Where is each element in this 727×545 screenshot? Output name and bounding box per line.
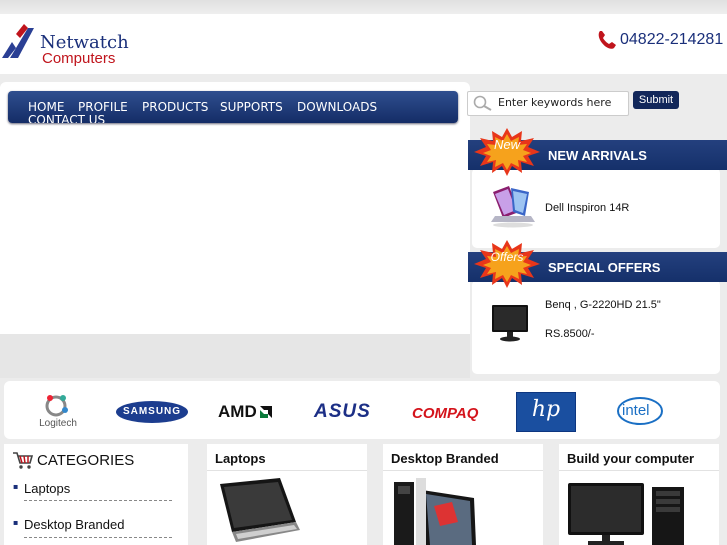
hp-label: hp (531, 397, 561, 422)
divider (383, 470, 543, 471)
nav-profile[interactable]: PROFILE (78, 100, 128, 114)
shopping-cart-icon (13, 452, 34, 469)
nav-contact-us[interactable]: CONTACT US (28, 115, 105, 123)
laptops-box-title[interactable]: Laptops (215, 451, 266, 466)
special-offers-header: Offers SPECIAL OFFERS (468, 240, 727, 288)
category-laptops[interactable]: Laptops (24, 481, 70, 496)
special-offers-title: SPECIAL OFFERS (548, 260, 661, 275)
logitech-label: Logitech (39, 418, 77, 429)
special-offer-product-name[interactable]: Benq , G-2220HD 21.5" (545, 299, 661, 311)
logo-icon (2, 24, 34, 58)
asus-logo[interactable]: ASUS (314, 401, 371, 423)
new-arrivals-header: New NEW ARRIVALS (468, 128, 727, 176)
new-badge-icon: New (474, 128, 540, 176)
amd-logo[interactable]: AMD (218, 401, 274, 423)
hp-logo[interactable]: hp (516, 392, 576, 432)
intel-logo[interactable]: intel (616, 396, 664, 426)
amd-label: AMD (218, 402, 257, 421)
main-nav: HOME PROFILE PRODUCTS SUPPORTS DOWNLOADS… (8, 91, 458, 123)
banner-footer-band (0, 334, 470, 378)
divider (24, 500, 172, 501)
main-banner-area (0, 82, 470, 378)
asus-label: ASUS (314, 401, 371, 422)
new-badge-text: New (494, 137, 522, 152)
new-arrival-product-name[interactable]: Dell Inspiron 14R (545, 202, 629, 214)
phone-icon (598, 31, 616, 49)
search-icon (473, 95, 492, 111)
search-input[interactable] (498, 94, 623, 111)
compaq-logo[interactable]: COMPAQ (412, 403, 478, 422)
desktop-category-image[interactable] (392, 476, 482, 545)
nav-downloads[interactable]: DOWNLOADS (297, 100, 377, 114)
laptop-product-image[interactable] (489, 186, 537, 228)
logitech-logo[interactable]: Logitech (36, 392, 80, 432)
search-box (467, 91, 629, 116)
nav-home[interactable]: HOME (28, 100, 64, 114)
category-desktop-branded[interactable]: Desktop Branded (24, 517, 124, 532)
divider (207, 470, 367, 471)
nav-supports[interactable]: SUPPORTS (220, 100, 283, 114)
bullet-icon: ▪ (13, 482, 19, 491)
logitech-mark-icon (45, 395, 68, 417)
monitor-product-image[interactable] (491, 303, 529, 343)
build-your-computer-box-title[interactable]: Build your computer (567, 451, 694, 466)
submit-button[interactable]: Submit (633, 91, 679, 109)
custom-pc-category-image[interactable] (566, 479, 690, 545)
categories-title: CATEGORIES (37, 451, 135, 469)
offers-badge-text: Offers (491, 250, 524, 264)
offers-badge-icon: Offers (474, 240, 540, 288)
divider (24, 537, 172, 538)
intel-label: intel (622, 402, 650, 419)
categories-header: CATEGORIES (12, 450, 134, 470)
nav-products[interactable]: PRODUCTS (142, 100, 208, 114)
amd-arrow-icon (259, 406, 272, 418)
special-offer-price: RS.8500/- (545, 328, 595, 340)
phone-contact: 04822-214281 (596, 28, 723, 52)
logo-subname[interactable]: Computers (42, 50, 115, 67)
new-arrivals-title: NEW ARRIVALS (548, 148, 647, 163)
desktop-branded-box-title[interactable]: Desktop Branded (391, 451, 499, 466)
phone-number: 04822-214281 (620, 31, 724, 48)
divider (559, 470, 719, 471)
laptop-category-image[interactable] (218, 478, 302, 545)
samsung-label: SAMSUNG (122, 406, 182, 417)
samsung-logo[interactable]: SAMSUNG (116, 400, 188, 424)
bullet-icon: ▪ (13, 518, 19, 527)
compaq-label: COMPAQ (412, 405, 479, 422)
